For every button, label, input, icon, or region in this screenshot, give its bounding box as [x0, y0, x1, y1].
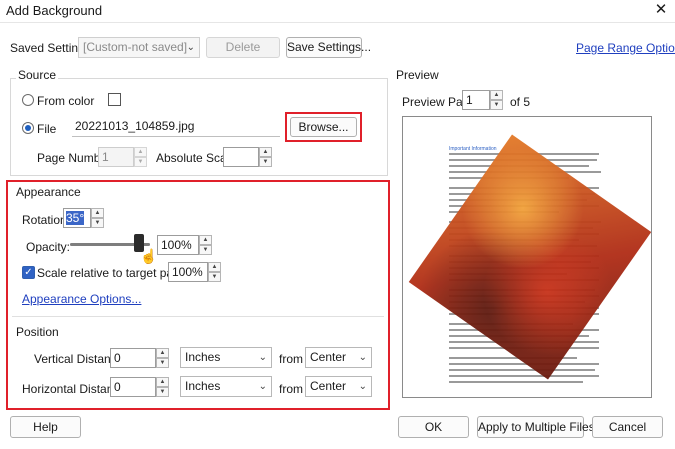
up-arrow-icon[interactable]: ▲ — [199, 235, 212, 245]
horizontal-distance-field[interactable]: 0 — [110, 377, 156, 397]
horizontal-from-label: from — [279, 382, 303, 396]
horizontal-unit-dropdown[interactable]: Inches ⌄ — [180, 376, 272, 397]
file-name-field: 20221013_104859.jpg — [72, 117, 280, 137]
preview-page-total: of 5 — [510, 95, 531, 109]
vertical-from-value: Center — [310, 350, 347, 364]
down-arrow-icon[interactable]: ▼ — [490, 100, 503, 110]
horizontal-unit-value: Inches — [185, 379, 221, 393]
rotation-field[interactable]: 35° — [63, 208, 91, 228]
down-arrow-icon[interactable]: ▼ — [91, 218, 104, 228]
preview-page-spinner[interactable]: ▲ ▼ — [490, 90, 503, 110]
apply-to-multiple-files-button[interactable]: Apply to Multiple Files — [477, 416, 595, 438]
page-number-spinner[interactable]: ▲ ▼ — [134, 147, 147, 167]
up-arrow-icon[interactable]: ▲ — [91, 208, 104, 218]
absolute-scale-spinner[interactable]: ▲ ▼ — [259, 147, 272, 167]
chevron-down-icon: ⌄ — [358, 381, 367, 392]
scale-spinner[interactable]: ▲ ▼ — [208, 262, 221, 282]
opacity-field[interactable]: 100% — [157, 235, 199, 255]
opacity-spinner[interactable]: ▲ ▼ — [199, 235, 212, 255]
chevron-down-icon: ⌄ — [186, 42, 195, 53]
preview-page: Important Information — [402, 116, 652, 398]
scale-checkbox[interactable]: ✓ — [22, 266, 35, 279]
horizontal-distance-spinner[interactable]: ▲ ▼ — [156, 377, 169, 397]
preview-doc-heading: Important Information — [449, 146, 497, 152]
up-arrow-icon[interactable]: ▲ — [259, 147, 272, 157]
color-swatch[interactable] — [108, 93, 121, 106]
file-label: File — [37, 122, 57, 136]
down-arrow-icon[interactable]: ▼ — [259, 157, 272, 167]
horizontal-from-dropdown[interactable]: Center ⌄ — [305, 376, 372, 397]
vertical-from-dropdown[interactable]: Center ⌄ — [305, 347, 372, 368]
up-arrow-icon[interactable]: ▲ — [134, 147, 147, 157]
from-color-label: From color — [37, 94, 95, 108]
vertical-unit-dropdown[interactable]: Inches ⌄ — [180, 347, 272, 368]
source-title: Source — [16, 68, 59, 82]
rotation-value: 35° — [66, 211, 85, 225]
opacity-label: Opacity: — [26, 240, 71, 254]
cursor-icon: ☝ — [140, 248, 158, 264]
vertical-distance-field[interactable]: 0 — [110, 348, 156, 368]
chevron-down-icon: ⌄ — [258, 381, 267, 392]
appearance-options-link[interactable]: Appearance Options... — [22, 292, 141, 306]
down-arrow-icon[interactable]: ▼ — [199, 245, 212, 255]
up-arrow-icon[interactable]: ▲ — [156, 348, 169, 358]
up-arrow-icon[interactable]: ▲ — [156, 377, 169, 387]
titlebar-divider — [0, 22, 675, 23]
browse-button[interactable]: Browse... — [290, 117, 357, 137]
scale-field[interactable]: 100% — [168, 262, 208, 282]
horizontal-from-value: Center — [310, 379, 347, 393]
page-range-options-link[interactable]: Page Range Options... — [576, 41, 675, 55]
background-image-preview — [408, 134, 651, 380]
position-title: Position — [16, 325, 59, 339]
close-icon[interactable]: ✕ — [651, 1, 671, 19]
down-arrow-icon[interactable]: ▼ — [156, 358, 169, 368]
page-number-field[interactable]: 1 — [98, 147, 134, 167]
vertical-distance-spinner[interactable]: ▲ ▼ — [156, 348, 169, 368]
scale-label: Scale relative to target page — [37, 266, 187, 280]
save-settings-button[interactable]: Save Settings... — [286, 37, 371, 58]
cancel-button[interactable]: Cancel — [592, 416, 663, 438]
window-title: Add Background — [6, 3, 103, 18]
rotation-spinner[interactable]: ▲ ▼ — [91, 208, 104, 228]
chevron-down-icon: ⌄ — [258, 352, 267, 363]
absolute-scale-field[interactable] — [223, 147, 259, 167]
down-arrow-icon[interactable]: ▼ — [156, 387, 169, 397]
from-color-radio[interactable] — [22, 94, 34, 106]
delete-button[interactable]: Delete — [206, 37, 280, 58]
appearance-title: Appearance — [16, 185, 81, 199]
text-line — [449, 369, 595, 371]
section-divider — [12, 316, 384, 317]
down-arrow-icon[interactable]: ▼ — [208, 272, 221, 282]
up-arrow-icon[interactable]: ▲ — [208, 262, 221, 272]
down-arrow-icon[interactable]: ▼ — [134, 157, 147, 167]
saved-settings-dropdown[interactable]: [Custom-not saved] ⌄ — [78, 37, 200, 58]
help-button[interactable]: Help — [10, 416, 81, 438]
vertical-from-label: from — [279, 352, 303, 366]
preview-title: Preview — [396, 68, 439, 82]
file-radio[interactable] — [22, 122, 34, 134]
preview-page-field[interactable]: 1 — [462, 90, 490, 110]
chevron-down-icon: ⌄ — [358, 352, 367, 363]
vertical-unit-value: Inches — [185, 350, 221, 364]
text-line — [449, 381, 583, 383]
up-arrow-icon[interactable]: ▲ — [490, 90, 503, 100]
saved-settings-value: [Custom-not saved] — [83, 40, 188, 54]
ok-button[interactable]: OK — [398, 416, 469, 438]
text-line — [449, 375, 599, 377]
